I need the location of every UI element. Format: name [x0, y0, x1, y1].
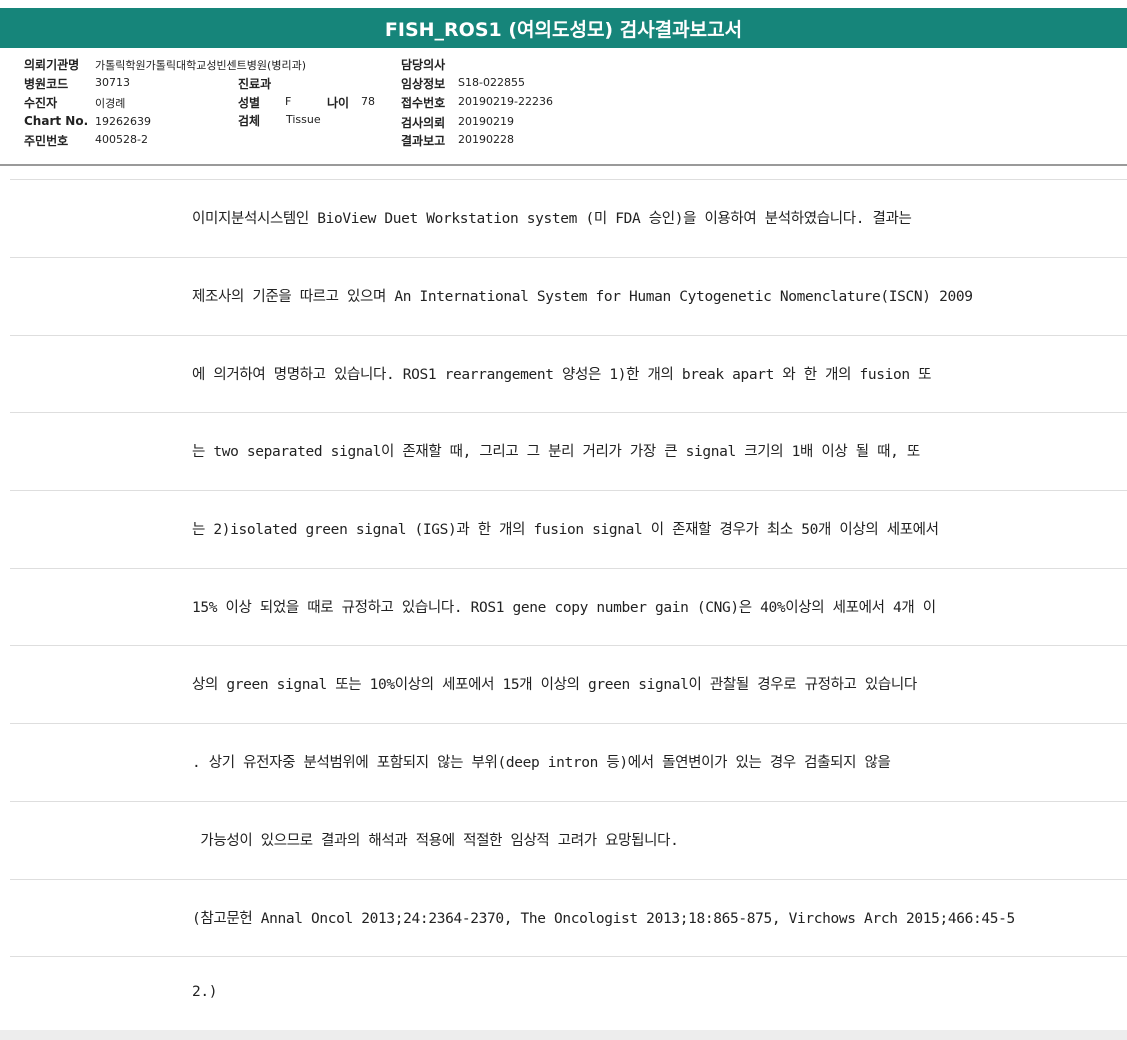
- result-line: 에 의거하여 명명하고 있습니다. ROS1 rearrangement 양성은…: [10, 335, 1127, 414]
- result-line: (참고문헌 Annal Oncol 2013;24:2364-2370, The…: [10, 879, 1127, 958]
- result-line: 상의 green signal 또는 10%이상의 세포에서 15개 이상의 g…: [10, 645, 1127, 724]
- specimen-label: 검체: [238, 114, 261, 128]
- institution-value: 가톨릭학원가톨릭대학교성빈센트병원(병리과): [95, 59, 306, 72]
- result-line-text: 가능성이 있으므로 결과의 해석과 적용에 적절한 임상적 고려가 요망됩니다.: [192, 833, 679, 849]
- resident-no-label: 주민번호: [24, 134, 69, 148]
- patient-info-panel: 의뢰기관명 가톨릭학원가톨릭대학교성빈센트병원(병리과) 병원코드 30713 …: [0, 48, 1127, 166]
- result-line-text: 에 의거하여 명명하고 있습니다. ROS1 rearrangement 양성은…: [192, 367, 932, 383]
- result-line-text: (참고문헌 Annal Oncol 2013;24:2364-2370, The…: [192, 911, 1015, 927]
- chart-no-value: 19262639: [95, 115, 151, 128]
- result-line: 이미지분석시스템인 BioView Duet Workstation syste…: [10, 179, 1127, 258]
- result-line: 15% 이상 되었을 때로 규정하고 있습니다. ROS1 gene copy …: [10, 568, 1127, 647]
- request-date-value: 20190219: [458, 115, 514, 128]
- resident-no-value: 400528-2: [95, 133, 148, 146]
- result-line-text: . 상기 유전자중 분석범위에 포함되지 않는 부위(deep intron 등…: [192, 755, 891, 771]
- result-line: . 상기 유전자중 분석범위에 포함되지 않는 부위(deep intron 등…: [10, 723, 1127, 802]
- doctor-label: 담당의사: [401, 58, 446, 72]
- request-date-label: 검사의뢰: [401, 116, 446, 130]
- footer-bar: [0, 1030, 1127, 1040]
- top-strip: [0, 0, 1127, 8]
- hospital-code-label: 병원코드: [24, 77, 69, 91]
- report-date-label: 결과보고: [401, 134, 446, 148]
- receipt-no-label: 접수번호: [401, 96, 446, 110]
- result-line-text: 는 2)isolated green signal (IGS)과 한 개의 fu…: [192, 522, 939, 538]
- result-line: 2.): [10, 956, 1127, 1030]
- receipt-no-value: 20190219-22236: [458, 95, 553, 108]
- result-line-text: 2.): [192, 984, 218, 1000]
- result-line-text: 이미지분석시스템인 BioView Duet Workstation syste…: [192, 211, 912, 227]
- specimen-value: Tissue: [286, 113, 321, 126]
- age-label: 나이: [327, 96, 350, 110]
- result-line-text: 제조사의 기준을 따르고 있으며 An International System…: [192, 289, 973, 305]
- result-line: 는 2)isolated green signal (IGS)과 한 개의 fu…: [10, 490, 1127, 569]
- result-body: 이미지분석시스템인 BioView Duet Workstation syste…: [0, 166, 1127, 1030]
- result-line-text: 15% 이상 되었을 때로 규정하고 있습니다. ROS1 gene copy …: [192, 600, 936, 616]
- result-line-text: 는 two separated signal이 존재할 때, 그리고 그 분리 …: [192, 444, 920, 460]
- clinical-info-label: 임상정보: [401, 77, 446, 91]
- report-title: FISH_ROS1 (여의도성모) 검사결과보고서: [384, 18, 743, 41]
- age-value: 78: [361, 95, 375, 108]
- result-line-text: 상의 green signal 또는 10%이상의 세포에서 15개 이상의 g…: [192, 677, 917, 693]
- institution-label: 의뢰기관명: [24, 58, 80, 72]
- report-date-value: 20190228: [458, 133, 514, 146]
- clinical-info-value: S18-022855: [458, 76, 525, 89]
- report-title-bar: FISH_ROS1 (여의도성모) 검사결과보고서: [0, 8, 1127, 48]
- result-line: 가능성이 있으므로 결과의 해석과 적용에 적절한 임상적 고려가 요망됩니다.: [10, 801, 1127, 880]
- patient-value: 이경례: [95, 97, 126, 110]
- result-line: 는 two separated signal이 존재할 때, 그리고 그 분리 …: [10, 412, 1127, 491]
- patient-label: 수진자: [24, 96, 58, 110]
- sex-value: F: [285, 95, 292, 108]
- chart-no-label: Chart No.: [24, 114, 89, 128]
- result-line: 제조사의 기준을 따르고 있으며 An International System…: [10, 257, 1127, 336]
- hospital-code-value: 30713: [95, 76, 130, 89]
- dept-label: 진료과: [238, 77, 272, 91]
- sex-label: 성별: [238, 96, 261, 110]
